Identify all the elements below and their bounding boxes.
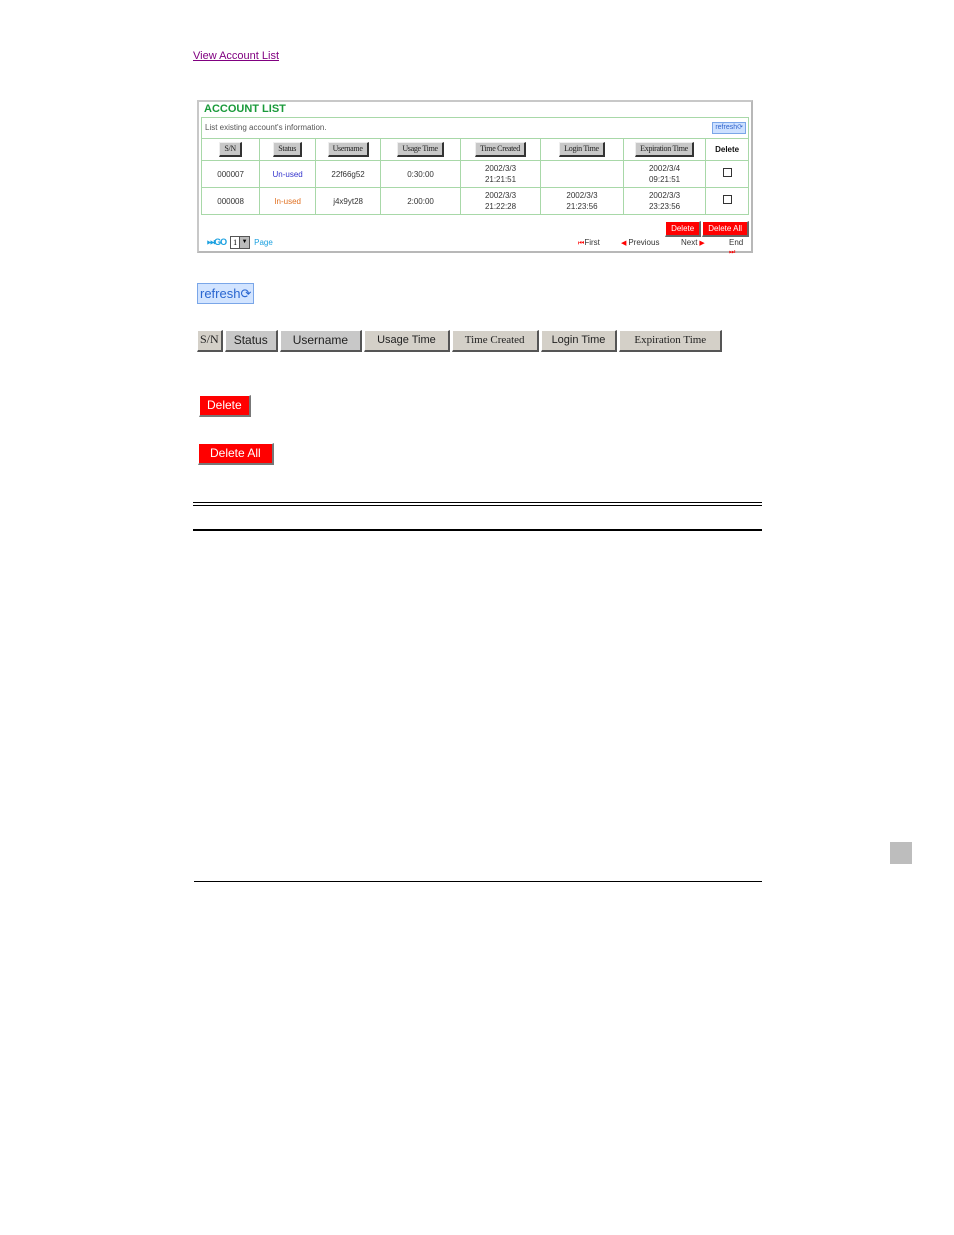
cell-usage-time: 0:30:00 (380, 160, 461, 188)
delete-button-illustration[interactable]: Delete (199, 395, 251, 417)
table-header-row: S/N Status Username Usage Time Time Crea… (202, 139, 748, 161)
delete-all-button[interactable]: Delete All (702, 221, 749, 237)
sn-header-button[interactable]: S/N (197, 330, 223, 352)
login-time-header-button[interactable]: Login Time (540, 330, 618, 352)
sort-username-button[interactable]: Username (327, 142, 369, 157)
table-row: 000007 Un-used 22f66g52 0:30:00 2002/3/3… (202, 160, 748, 188)
sort-sn-button[interactable]: S/N (219, 142, 242, 157)
go-label: GO (214, 237, 227, 247)
nav-first-label: First (584, 238, 600, 247)
description-text: List existing account's information. (205, 123, 327, 132)
header-buttons-illustration: S/N Status Username Usage Time Time Crea… (197, 330, 723, 352)
page-select[interactable]: 1 ▼ (230, 236, 251, 249)
expiration-time-header-button[interactable]: Expiration Time (619, 330, 723, 352)
exp-date: 2002/3/3 (648, 191, 681, 200)
created-time: 21:22:28 (484, 202, 517, 211)
page-label: Page (254, 238, 273, 247)
delete-column-header: Delete (715, 145, 740, 154)
nav-end-label: End (729, 238, 744, 247)
cell-login-time: 2002/3/3 21:23:56 (540, 187, 624, 215)
nav-previous-label: Previous (628, 238, 660, 247)
next-icon: ▶ (697, 240, 705, 247)
thick-rule-divider (193, 529, 762, 531)
end-icon: ⏭ (729, 249, 736, 256)
footer-actions: Delete Delete All (665, 221, 749, 237)
nav-end[interactable]: End ⏭ (729, 238, 751, 257)
cell-expiration-time: 2002/3/4 09:21:51 (623, 160, 707, 188)
sort-usage-time-button[interactable]: Usage Time (397, 142, 444, 157)
sort-expiration-time-button[interactable]: Expiration Time (635, 142, 694, 157)
footer-rule-divider (194, 881, 762, 882)
cell-time-created: 2002/3/3 21:21:51 (460, 160, 542, 188)
cell-time-created: 2002/3/3 21:22:28 (460, 187, 542, 215)
panel-title: ACCOUNT LIST (204, 103, 286, 115)
cell-username: 22f66g52 (315, 160, 382, 188)
exp-time: 23:23:56 (648, 202, 681, 211)
cell-status: Un-used (259, 160, 317, 188)
panel-description: List existing account's information. ref… (202, 118, 748, 139)
go-button[interactable]: ⏭GO (207, 237, 227, 248)
page-side-tab-marker (890, 842, 912, 864)
cell-sn: 000007 (202, 160, 261, 188)
panel-inner: List existing account's information. ref… (201, 117, 749, 215)
cell-delete (705, 160, 748, 188)
cell-status: In-used (259, 187, 317, 215)
sort-status-button[interactable]: Status (273, 142, 303, 157)
refresh-icon: ⟳ (240, 286, 252, 301)
sort-time-created-button[interactable]: Time Created (475, 142, 526, 157)
cell-login-time (540, 160, 624, 188)
account-list-panel: ACCOUNT LIST List existing account's inf… (197, 100, 753, 256)
nav-next[interactable]: Next ▶ (681, 238, 705, 247)
view-account-list-link[interactable]: View Account List (193, 50, 279, 62)
refresh-button-illustration[interactable]: refresh⟳ (197, 283, 255, 304)
nav-next-label: Next (681, 238, 698, 247)
delete-button[interactable]: Delete (665, 221, 702, 237)
delete-all-button-illustration[interactable]: Delete All (198, 443, 274, 465)
cell-username: j4x9yt28 (315, 187, 382, 215)
exp-time: 09:21:51 (648, 175, 681, 184)
refresh-label: refresh (200, 286, 241, 301)
created-date: 2002/3/3 (484, 164, 517, 173)
page-jump: ⏭GO 1 ▼ Page (207, 236, 273, 249)
table-row: 000008 In-used j4x9yt28 2:00:00 2002/3/3… (202, 187, 748, 215)
double-rule-divider (193, 502, 762, 506)
login-date: 2002/3/3 (566, 191, 598, 200)
delete-checkbox[interactable] (722, 168, 732, 177)
delete-checkbox[interactable] (722, 195, 732, 204)
sort-login-time-button[interactable]: Login Time (559, 142, 605, 157)
status-header-button[interactable]: Status (224, 330, 278, 352)
username-header-button[interactable]: Username (279, 330, 363, 352)
nav-first[interactable]: ⏮First (578, 238, 600, 248)
login-time: 21:23:56 (566, 202, 598, 211)
cell-sn: 000008 (202, 187, 261, 215)
chevron-down-icon: ▼ (239, 237, 250, 248)
time-created-header-button[interactable]: Time Created (451, 330, 539, 352)
usage-time-header-button[interactable]: Usage Time (364, 330, 450, 352)
page-select-value: 1 (233, 238, 238, 247)
account-table: S/N Status Username Usage Time Time Crea… (202, 139, 748, 215)
refresh-label: refresh (715, 124, 738, 131)
cell-usage-time: 2:00:00 (380, 187, 461, 215)
created-date: 2002/3/3 (484, 191, 517, 200)
created-time: 21:21:51 (484, 175, 517, 184)
refresh-button[interactable]: refresh⟳ (712, 122, 746, 134)
exp-date: 2002/3/4 (648, 164, 681, 173)
cell-delete (705, 187, 748, 215)
refresh-icon: ⟳ (737, 124, 743, 131)
nav-previous[interactable]: ◀ Previous (621, 238, 659, 247)
cell-expiration-time: 2002/3/3 23:23:56 (623, 187, 707, 215)
